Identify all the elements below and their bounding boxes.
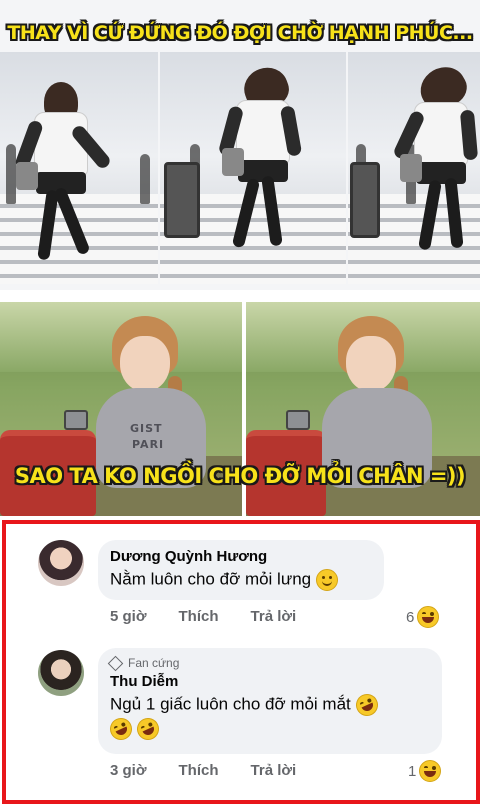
sweater-print: GIST (130, 422, 163, 435)
reaction-count: 1 (408, 762, 417, 780)
reaction-count: 6 (406, 608, 415, 626)
action-camera (286, 410, 310, 430)
comment-time[interactable]: 5 giờ (110, 608, 147, 625)
like-button[interactable]: Thích (179, 608, 219, 625)
slightly-smiling-face-icon (315, 569, 338, 591)
avatar[interactable] (38, 650, 84, 696)
reaction-summary[interactable]: 1 (408, 760, 442, 782)
laughing-reaction-icon (417, 606, 440, 628)
meme-frame-1 (0, 52, 158, 284)
avatar[interactable] (38, 540, 84, 586)
meme-top-panel: THAY VÌ CỨ ĐỨNG ĐÓ ĐỢI CHỜ HẠNH PHÚC... (0, 0, 480, 290)
meme-frame-2 (160, 52, 346, 284)
fan-badge: Fan cứng (107, 655, 430, 671)
like-button[interactable]: Thích (179, 762, 219, 779)
rolling-on-floor-laughing-icon (133, 714, 163, 744)
comment-bubble: Fan cứng Thu Diễm Ngủ 1 giấc luôn cho đỡ… (98, 648, 442, 754)
comment-text-line2 (106, 714, 430, 744)
comment-text-content: Ngủ 1 giấc luôn cho đỡ mỏi mắt (110, 694, 351, 714)
rolling-on-floor-laughing-icon (351, 690, 382, 720)
rolling-on-floor-laughing-icon (106, 714, 136, 744)
badge-label: Fan cứng (128, 656, 180, 670)
comment-text: Ngủ 1 giấc luôn cho đỡ mỏi mắt (110, 690, 430, 720)
sweater-print: PARI (132, 438, 165, 451)
comment-item: Dương Quỳnh Hương Nằm luôn cho đỡ mỏi lư… (6, 524, 476, 644)
comment-time[interactable]: 3 giờ (110, 762, 147, 779)
comment-author[interactable]: Thu Diễm (110, 673, 430, 690)
comment-bubble: Dương Quỳnh Hương Nằm luôn cho đỡ mỏi lư… (98, 540, 384, 600)
comment-actions: 5 giờ Thích Trả lời (110, 608, 296, 625)
comment-actions: 3 giờ Thích Trả lời (110, 762, 296, 779)
reply-button[interactable]: Trả lời (251, 762, 297, 779)
comment-text-content: Nằm luôn cho đỡ mỏi lưng (110, 569, 312, 589)
comments-highlight-box: Dương Quỳnh Hương Nằm luôn cho đỡ mỏi lư… (2, 520, 480, 804)
comment-author[interactable]: Dương Quỳnh Hương (110, 548, 372, 565)
comment-text: Nằm luôn cho đỡ mỏi lưng (110, 569, 372, 591)
reaction-summary[interactable]: 6 (406, 606, 440, 628)
meme-frame-3 (348, 52, 480, 284)
meme-bottom-caption: SAO TA KO NGỒI CHO ĐỠ MỎI CHÂN =)) (14, 464, 466, 488)
meme-top-caption: THAY VÌ CỨ ĐỨNG ĐÓ ĐỢI CHỜ HẠNH PHÚC... (7, 22, 473, 44)
reply-button[interactable]: Trả lời (251, 608, 297, 625)
comment-item: Fan cứng Thu Diễm Ngủ 1 giấc luôn cho đỡ… (6, 644, 476, 800)
diamond-icon (107, 655, 124, 671)
action-camera (64, 410, 88, 430)
laughing-reaction-icon (419, 760, 442, 782)
